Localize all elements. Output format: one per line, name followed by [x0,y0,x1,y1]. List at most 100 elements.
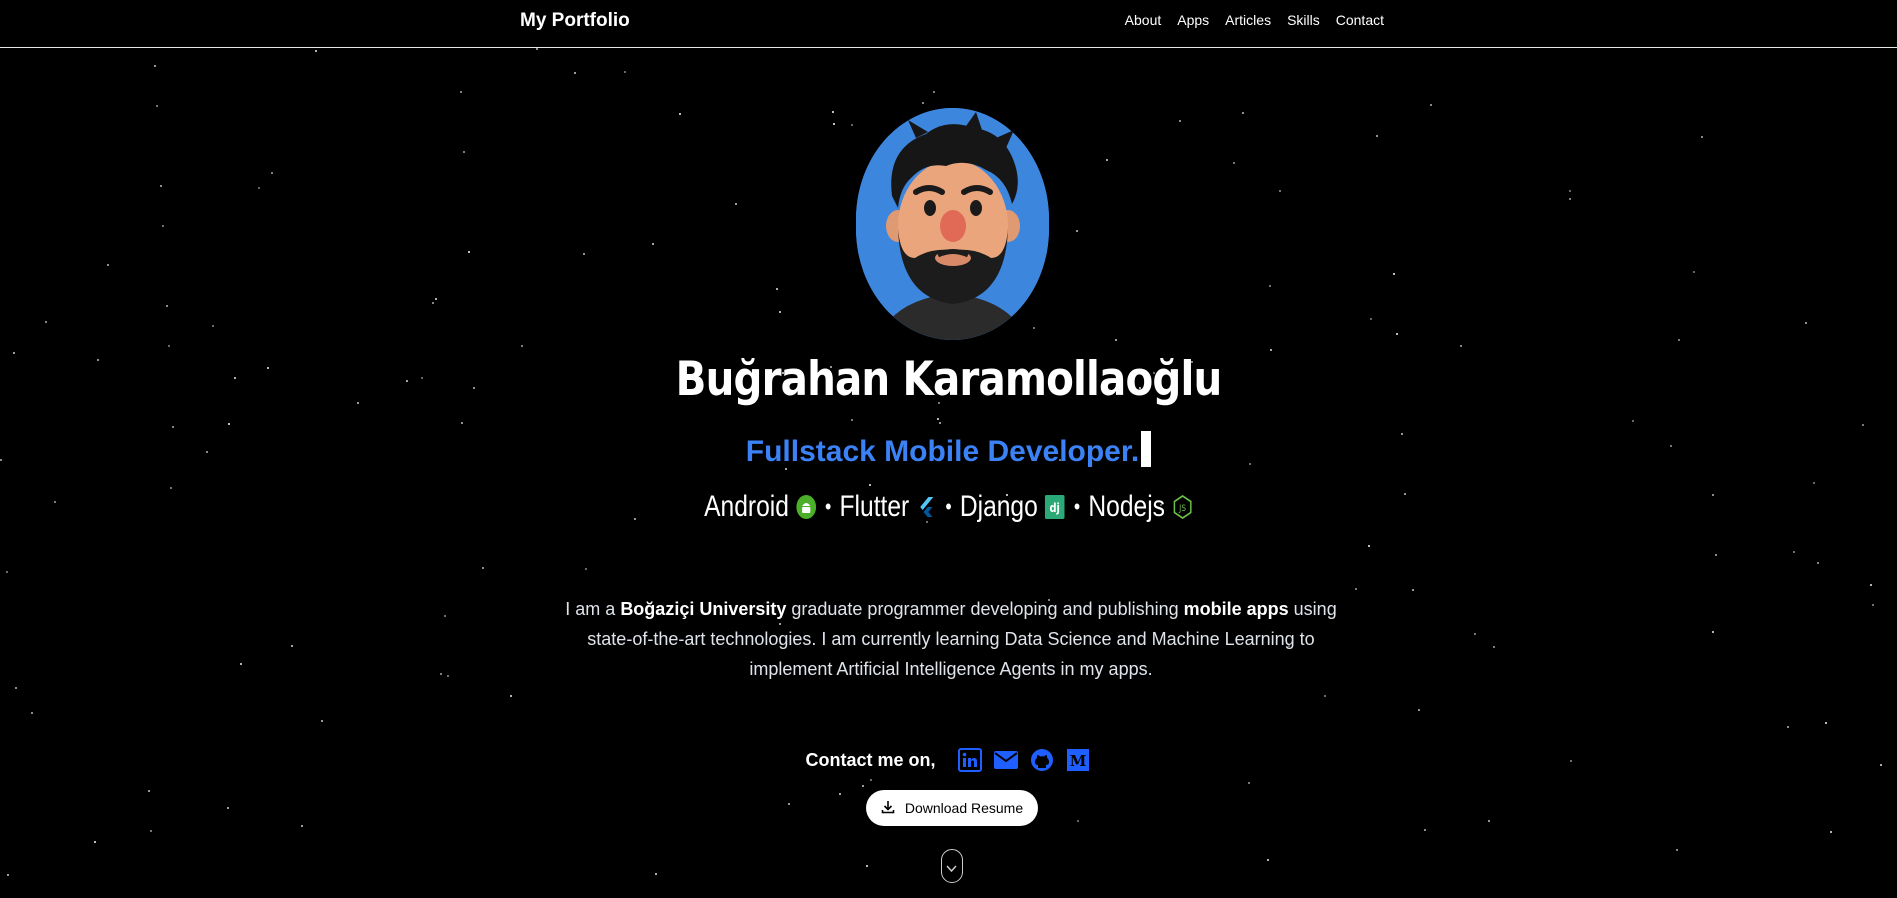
star [1817,562,1819,564]
star [1412,589,1414,591]
star [1267,859,1269,861]
mail-icon[interactable] [992,746,1020,774]
star [1712,631,1714,633]
star [870,779,872,781]
star [45,321,47,323]
navbar: My Portfolio About Apps Articles Skills … [0,0,1897,48]
typed-subtitle-text: Fullstack Mobile Developer. [745,435,1140,468]
star [536,48,538,50]
star [937,418,939,420]
linkedin-icon[interactable] [956,746,984,774]
hero-subtitle: Fullstack Mobile Developer. [0,431,1897,469]
star [1077,820,1079,822]
star [463,151,465,153]
star [1248,782,1250,784]
star [156,105,158,107]
scroll-down-indicator[interactable] [941,849,963,883]
star [1830,831,1832,833]
star [15,687,17,689]
star [788,803,790,805]
star [922,102,924,104]
bio-text: I am a [565,599,621,619]
star [1418,709,1420,711]
flutter-icon [916,494,937,520]
django-icon: dj [1044,494,1065,520]
star [468,251,470,253]
star [160,185,162,187]
chevron-down-icon [946,865,957,873]
nav-link-skills[interactable]: Skills [1287,12,1320,28]
hero-name: Buğrahan Karamollaoğlu [675,352,1223,407]
star [54,501,56,503]
star [1396,333,1398,335]
download-resume-button[interactable]: Download Resume [866,790,1038,826]
star [1488,820,1490,822]
star [1787,726,1789,728]
star [1430,104,1432,106]
svg-text:M: M [1069,752,1086,770]
star [510,695,512,697]
star [227,807,229,809]
star [271,172,273,174]
star [301,825,303,827]
star [1076,230,1078,232]
star [1474,633,1476,635]
star [212,325,214,327]
tech-label-flutter: Flutter [839,490,910,523]
tech-separator: • [945,494,952,519]
avatar-illustration [856,108,1049,340]
star [1460,345,1462,347]
nav-links: About Apps Articles Skills Contact [1125,12,1384,28]
star [172,426,174,428]
star [1115,339,1117,341]
star [839,793,841,795]
star [315,50,317,52]
medium-icon[interactable]: M [1064,746,1092,774]
android-icon [795,494,816,520]
star [521,345,523,347]
nav-link-contact[interactable]: Contact [1336,12,1384,28]
bio-text: graduate programmer developing and publi… [786,599,1184,619]
star [933,91,935,93]
svg-text:JS: JS [1178,502,1186,513]
star [1862,424,1864,426]
brand-link[interactable]: My Portfolio [520,10,630,32]
star [866,865,868,867]
star [97,359,99,361]
star [1355,588,1357,590]
star [148,790,150,792]
tech-separator: • [825,494,832,519]
star [652,243,654,245]
bio-mobile-apps: mobile apps [1183,599,1289,619]
star [7,874,9,876]
star [735,203,737,205]
star [624,71,626,73]
star [94,841,96,843]
nav-link-articles[interactable]: Articles [1225,12,1271,28]
star [461,422,463,424]
star [1813,482,1815,484]
github-icon[interactable] [1028,746,1056,774]
star [240,663,242,665]
star [321,720,323,722]
tech-separator: • [1073,494,1081,519]
star [574,72,576,74]
download-resume-label: Download Resume [904,800,1024,816]
star [1805,322,1807,324]
tech-label-android: Android [704,490,789,523]
star [228,423,230,425]
star [776,288,778,290]
star [1370,318,1372,320]
star [869,484,871,486]
tech-label-nodejs: Nodejs [1088,490,1165,523]
nav-link-apps[interactable]: Apps [1177,12,1209,28]
star [154,65,156,67]
star [1493,646,1495,648]
star [1324,695,1326,697]
star [1870,584,1872,586]
star [1825,722,1827,724]
star [447,675,449,677]
nav-link-about[interactable]: About [1125,12,1162,28]
star [1376,135,1378,137]
avatar [856,108,1049,340]
